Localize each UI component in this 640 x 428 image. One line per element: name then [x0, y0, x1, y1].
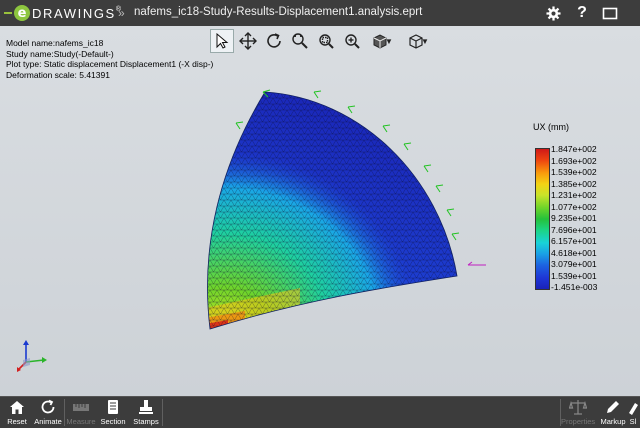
help-icon[interactable]: ? — [572, 3, 592, 23]
legend-value: 1.385e+002 — [551, 178, 597, 189]
home-icon — [0, 399, 34, 415]
app-name: DRAWINGS® — [32, 5, 123, 21]
legend-value: 3.079e+001 — [551, 259, 597, 269]
chevron-down-icon[interactable]: ▼ — [421, 37, 429, 46]
scales-icon — [561, 399, 595, 415]
markup-button[interactable]: Markup — [596, 399, 630, 428]
graphics-viewport[interactable]: Model name:nafems_ic18 Study name:Study(… — [0, 26, 640, 396]
stamp-icon — [129, 399, 163, 415]
legend-value: 9.235e+001 — [551, 213, 597, 223]
gear-icon[interactable] — [543, 3, 563, 23]
pan-icon[interactable] — [236, 29, 260, 53]
model-info: Model name:nafems_ic18 Study name:Study(… — [6, 38, 213, 80]
measure-icon — [64, 399, 98, 415]
view-orientation-icon[interactable]: ▼ — [402, 29, 436, 53]
edrawings-logo: e DRAWINGS® — [4, 4, 123, 22]
load-arrow — [467, 261, 486, 266]
rotate-icon[interactable] — [262, 29, 286, 53]
more-button[interactable]: Sl — [626, 399, 640, 428]
view-toolbar: ▼ ▼ — [210, 28, 436, 54]
bottom-toolbar: Reset Animate Measure Section Stamps Pro… — [0, 396, 640, 428]
legend-value: 6.157e+001 — [551, 236, 597, 246]
legend-value: 1.847e+002 — [551, 144, 597, 154]
animate-button[interactable]: Animate — [31, 399, 65, 428]
displacement-contour — [207, 92, 457, 329]
legend-value: 7.696e+001 — [551, 224, 597, 235]
plot-type-text: Plot type: Static displacement Displacem… — [6, 59, 214, 69]
legend-value: 1.231e+002 — [551, 190, 597, 200]
display-style-icon[interactable]: ▼ — [366, 29, 400, 53]
select-icon[interactable] — [210, 29, 234, 53]
legend-value: 1.539e+002 — [551, 167, 597, 177]
title-bar: e DRAWINGS® » nafems_ic18-Study-Results-… — [0, 0, 640, 26]
legend-value: 1.693e+002 — [551, 155, 597, 166]
model-name-text: Model name:nafems_ic18 — [6, 38, 104, 48]
axis-triad-icon — [17, 340, 47, 372]
legend-title: UX (mm) — [533, 122, 569, 132]
chevron-down-icon[interactable]: ▼ — [385, 37, 393, 46]
legend-value: 1.077e+002 — [551, 201, 597, 212]
animate-icon — [31, 399, 65, 415]
zoom-area-icon[interactable] — [314, 29, 338, 53]
zoom-fit-icon[interactable] — [288, 29, 312, 53]
properties-button[interactable]: Properties — [561, 399, 595, 428]
legend-color-bar — [535, 148, 550, 290]
legend-value: 4.618e+001 — [551, 247, 597, 258]
deformation-scale-text: Deformation scale: 5.41391 — [6, 69, 110, 80]
measure-button[interactable]: Measure — [64, 399, 98, 428]
tool-icon — [626, 399, 640, 415]
breadcrumb-separator: » — [118, 6, 125, 20]
legend-value: -1.451e-003 — [551, 282, 598, 292]
zoom-icon[interactable] — [340, 29, 364, 53]
study-name-text: Study name:Study(-Default-) — [6, 48, 114, 59]
section-icon — [96, 399, 130, 415]
section-button[interactable]: Section — [96, 399, 130, 428]
legend-value: 1.539e+001 — [551, 270, 597, 281]
document-title: nafems_ic18-Study-Results-Displacement1.… — [134, 6, 423, 18]
stamps-button[interactable]: Stamps — [129, 399, 163, 428]
restore-icon[interactable] — [600, 3, 620, 23]
reset-button[interactable]: Reset — [0, 399, 34, 428]
pen-icon — [596, 399, 630, 415]
